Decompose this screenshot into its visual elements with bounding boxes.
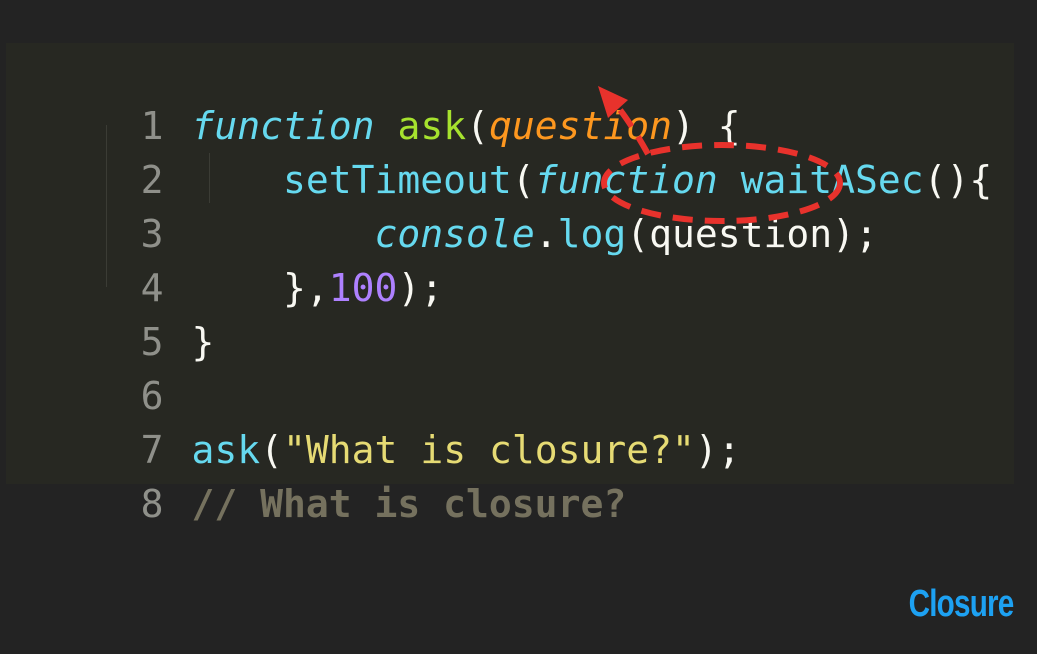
log-arguments: (question); [626, 212, 878, 256]
code-line-8: 8 // What is closure? [6, 423, 627, 526]
method-log: log [557, 212, 627, 256]
code-line-7: 7 ask("What is closure?"); [6, 369, 741, 472]
code-editor: 1 function ask(question) { 2 setTimeout(f… [6, 43, 1014, 526]
parens-brace: (){ [923, 158, 993, 202]
code-line-6: 6 [6, 315, 192, 418]
code-line-4: 4 },100); [6, 207, 444, 310]
closing-brace: } [191, 320, 215, 364]
code-line-3: 3 console.log(question); [6, 153, 878, 256]
code-line-5: 5} [6, 261, 215, 364]
code-line-2: 2 setTimeout(function waitASec(){ [6, 99, 993, 202]
paren-semicolon: ); [397, 266, 444, 310]
number-100: 100 [328, 266, 398, 310]
closure-label: Closure [908, 583, 1014, 625]
dot: . [534, 212, 558, 256]
code-comment: // What is closure? [191, 482, 627, 526]
code-line-1: 1 function ask(question) { [6, 45, 741, 148]
paren-semicolon: ); [694, 428, 741, 472]
line-number: 8 [140, 482, 164, 526]
